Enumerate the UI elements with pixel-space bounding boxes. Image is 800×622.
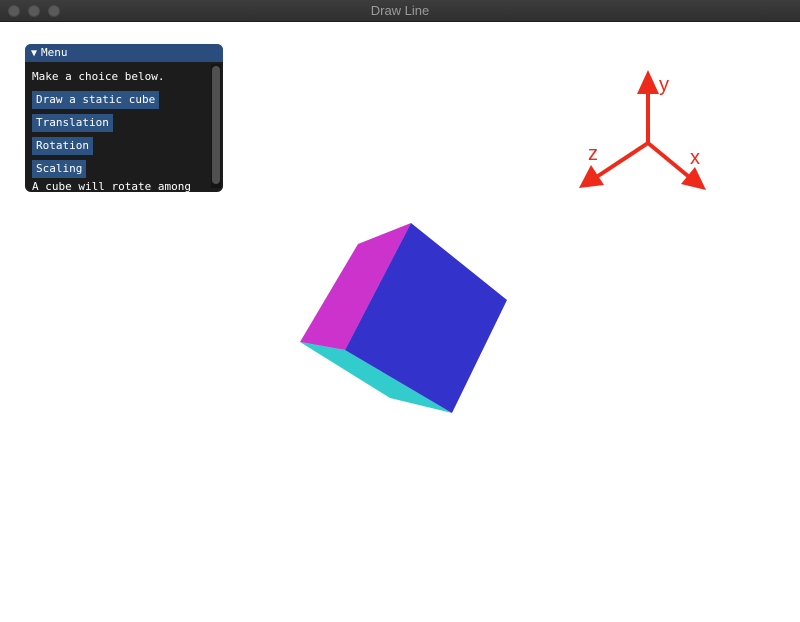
x-axis-line: [646, 141, 690, 178]
z-axis-line: [596, 141, 650, 178]
y-axis-label: y: [659, 74, 669, 96]
x-axis-label: x: [690, 147, 700, 169]
title-bar: Draw Line: [0, 0, 800, 22]
y-axis-arrowhead: [637, 70, 659, 94]
z-axis-label: z: [588, 143, 598, 165]
x-axis-arrowhead: [681, 167, 706, 190]
window-title: Draw Line: [370, 3, 430, 18]
render-viewport: y x z: [300, 70, 706, 413]
axis-gizmo: [579, 70, 706, 190]
